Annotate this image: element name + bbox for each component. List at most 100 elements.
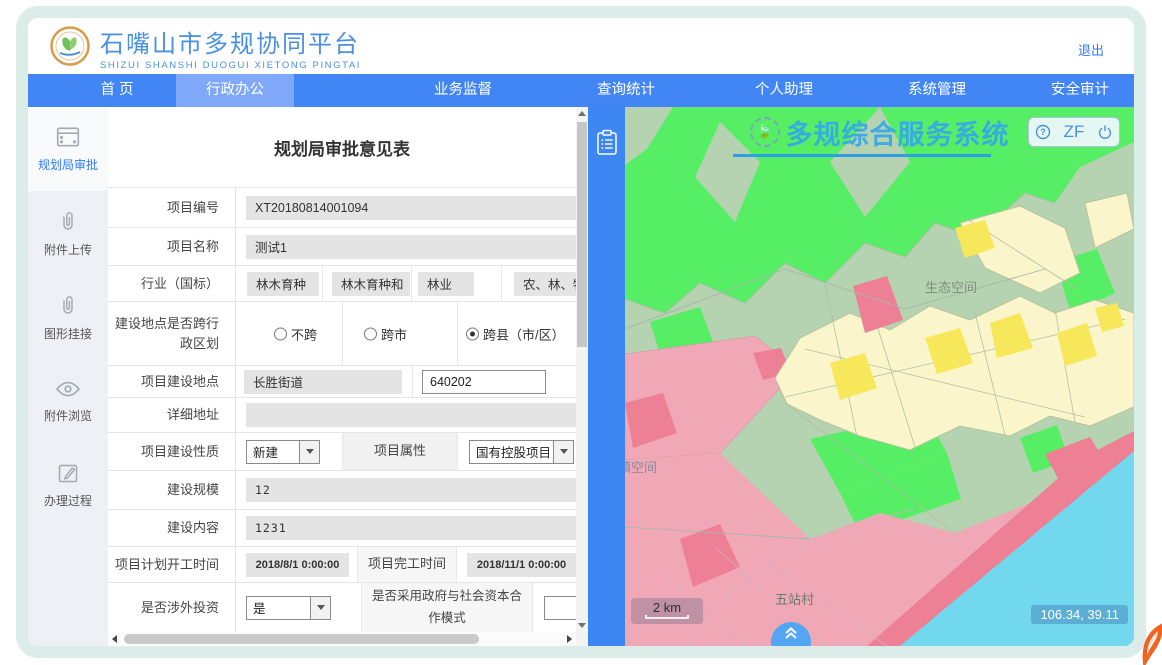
map-toolbar[interactable]: ? ZF bbox=[1028, 117, 1120, 147]
field-label: 行业（国标） bbox=[108, 266, 235, 301]
map-coordinates: 106.34, 39.11 bbox=[1031, 605, 1128, 624]
sidebar-item-label: 附件浏览 bbox=[44, 407, 92, 424]
nav-tab-query-statistics[interactable]: 查询统计 bbox=[567, 74, 685, 107]
industry-box-3[interactable]: 林业 bbox=[418, 272, 474, 296]
address-input[interactable] bbox=[246, 403, 588, 427]
field-label: 是否涉外投资 bbox=[108, 583, 235, 632]
sidebar-item-attachment-upload[interactable]: 附件上传 bbox=[28, 191, 108, 275]
nav-tab-system-management[interactable]: 系统管理 bbox=[878, 74, 996, 107]
help-icon[interactable]: ? bbox=[1035, 124, 1051, 140]
field-label: 项目名称 bbox=[108, 228, 235, 265]
attribute-select[interactable]: 国有控股项目 bbox=[469, 440, 574, 464]
row-content: 建设内容 1231 bbox=[108, 509, 588, 546]
select-value: 是 bbox=[247, 597, 310, 619]
row-project-name: 项目名称 测试1 bbox=[108, 227, 588, 265]
project-name-input[interactable]: 测试1 bbox=[246, 235, 588, 259]
map-label-town-space: 镇空间 bbox=[625, 457, 657, 476]
zf-button[interactable]: ZF bbox=[1064, 122, 1085, 142]
start-time-input[interactable]: 2018/8/1 0:00:00 bbox=[246, 553, 349, 577]
sidebar-item-label: 办理过程 bbox=[44, 492, 92, 509]
logout-link[interactable]: 退出 bbox=[1078, 40, 1104, 59]
row-nature-attribute: 项目建设性质 新建 项目属性 国有控股项目 bbox=[108, 432, 588, 470]
field-label: 建设内容 bbox=[108, 510, 235, 546]
clipboard-icon bbox=[596, 129, 618, 156]
row-address: 详细地址 bbox=[108, 397, 588, 432]
location-street-input[interactable]: 长胜街道 bbox=[244, 370, 402, 394]
scrollbar-corner bbox=[576, 632, 588, 646]
location-code-input[interactable]: 640202 bbox=[422, 370, 546, 394]
panel-divider[interactable] bbox=[588, 107, 625, 646]
sidebar-item-label: 规划局审批 bbox=[38, 156, 98, 173]
attribute-label: 项目属性 bbox=[343, 433, 457, 470]
paperclip-icon bbox=[56, 208, 80, 234]
horizontal-scrollbar[interactable] bbox=[108, 632, 576, 646]
row-project-no: 项目编号 XT20180814001094 bbox=[108, 187, 588, 227]
vertical-scroll-thumb[interactable] bbox=[577, 122, 587, 347]
scale-input[interactable]: 12 bbox=[246, 478, 588, 502]
form-title: 规划局审批意见表 bbox=[108, 107, 576, 187]
industry-box-2[interactable]: 林木育种和 bbox=[332, 272, 410, 296]
sidebar-item-planning-approval[interactable]: 规划局审批 bbox=[28, 107, 108, 191]
map-label-village: 五站村 bbox=[775, 589, 814, 608]
project-no-input[interactable]: XT20180814001094 bbox=[246, 196, 588, 220]
scalebar-ruler bbox=[645, 615, 689, 619]
end-time-label: 项目完工时间 bbox=[358, 547, 456, 582]
sidebar: 规划局审批 附件上传 图形挂接 附件浏览 bbox=[28, 107, 108, 646]
end-time-input[interactable]: 2018/11/1 0:00:00 bbox=[467, 553, 576, 577]
radio-dot bbox=[274, 327, 287, 340]
sidebar-item-graphic-link[interactable]: 图形挂接 bbox=[28, 275, 108, 359]
app-window: 石嘴山市多规协同平台 SHIZUI SHANSHI DUOGUI XIETONG… bbox=[0, 0, 1162, 665]
radio-dot bbox=[364, 327, 377, 340]
radio-dot bbox=[466, 327, 479, 340]
vertical-scrollbar[interactable] bbox=[576, 107, 588, 632]
main-card: 石嘴山市多规协同平台 SHIZUI SHANSHI DUOGUI XIETONG… bbox=[16, 6, 1146, 658]
nav-tab-security-audit[interactable]: 安全审计 bbox=[1021, 74, 1139, 107]
eye-icon bbox=[55, 378, 81, 400]
chevron-down-icon[interactable] bbox=[553, 441, 573, 463]
scroll-down-arrow[interactable] bbox=[578, 623, 586, 628]
row-scale: 建设规模 12 bbox=[108, 470, 588, 509]
foreign-invest-select[interactable]: 是 bbox=[246, 596, 331, 620]
radio-no-cross[interactable]: 不跨 bbox=[274, 324, 317, 343]
industry-box-1[interactable]: 林木育种 bbox=[247, 272, 319, 296]
field-label: 建设规模 bbox=[108, 471, 235, 509]
radio-cross-county[interactable]: 跨县（市/区） bbox=[466, 324, 565, 343]
map-label-eco-space: 生态空间 bbox=[925, 277, 977, 296]
double-chevron-up-icon bbox=[783, 625, 799, 643]
nav-tab-business-supervision[interactable]: 业务监督 bbox=[404, 74, 522, 107]
chevron-down-icon[interactable] bbox=[310, 597, 330, 619]
select-value: 国有控股项目 bbox=[470, 441, 553, 463]
chevron-down-icon[interactable] bbox=[299, 441, 319, 463]
map-canvas[interactable]: 生态空间 镇空间 五站村 🍃 多规综合服务系统 ? ZF 2 bbox=[625, 107, 1134, 646]
map-layers bbox=[625, 107, 1134, 646]
content-input[interactable]: 1231 bbox=[246, 516, 588, 540]
row-cross-region: 建设地点是否跨行政区划 不跨 跨市 bbox=[108, 301, 588, 365]
scroll-right-arrow[interactable] bbox=[567, 635, 572, 643]
form-panel: 规划局审批意见表 项目编号 XT20180814001094 项目名称 测试1 … bbox=[108, 107, 588, 646]
corner-flame-decoration bbox=[1138, 623, 1162, 665]
sidebar-item-label: 附件上传 bbox=[44, 241, 92, 258]
horizontal-scroll-thumb[interactable] bbox=[124, 634, 479, 644]
nav-tab-admin-office[interactable]: 行政办公 bbox=[176, 74, 294, 107]
row-location: 项目建设地点 长胜街道 640202 bbox=[108, 365, 588, 397]
row-foreign-ppp: 是否涉外投资 是 是否采用政府与社会资本合作模式 bbox=[108, 582, 588, 632]
field-label: 建设地点是否跨行政区划 bbox=[108, 302, 235, 365]
radio-label: 不跨 bbox=[291, 324, 317, 343]
nav-tab-home[interactable]: 首 页 bbox=[58, 74, 176, 107]
sidebar-item-process[interactable]: 办理过程 bbox=[28, 443, 108, 527]
svg-text:?: ? bbox=[1040, 127, 1046, 137]
map-scalebar: 2 km bbox=[631, 598, 703, 624]
header-titles: 石嘴山市多规协同平台 SHIZUI SHANSHI DUOGUI XIETONG… bbox=[100, 24, 361, 71]
select-value: 新建 bbox=[247, 441, 299, 463]
main-nav: 首 页 行政办公 业务监督 查询统计 个人助理 系统管理 安全审计 bbox=[28, 74, 1134, 107]
sidebar-item-attachment-browse[interactable]: 附件浏览 bbox=[28, 359, 108, 443]
nature-select[interactable]: 新建 bbox=[246, 440, 320, 464]
power-icon[interactable] bbox=[1097, 124, 1113, 140]
radio-cross-city[interactable]: 跨市 bbox=[364, 324, 407, 343]
sidebar-item-label: 图形挂接 bbox=[44, 325, 92, 342]
radio-label: 跨县（市/区） bbox=[483, 324, 565, 343]
scroll-left-arrow[interactable] bbox=[112, 635, 117, 643]
header: 石嘴山市多规协同平台 SHIZUI SHANSHI DUOGUI XIETONG… bbox=[28, 18, 1134, 74]
scroll-up-arrow[interactable] bbox=[578, 111, 586, 116]
nav-tab-personal-assistant[interactable]: 个人助理 bbox=[725, 74, 843, 107]
